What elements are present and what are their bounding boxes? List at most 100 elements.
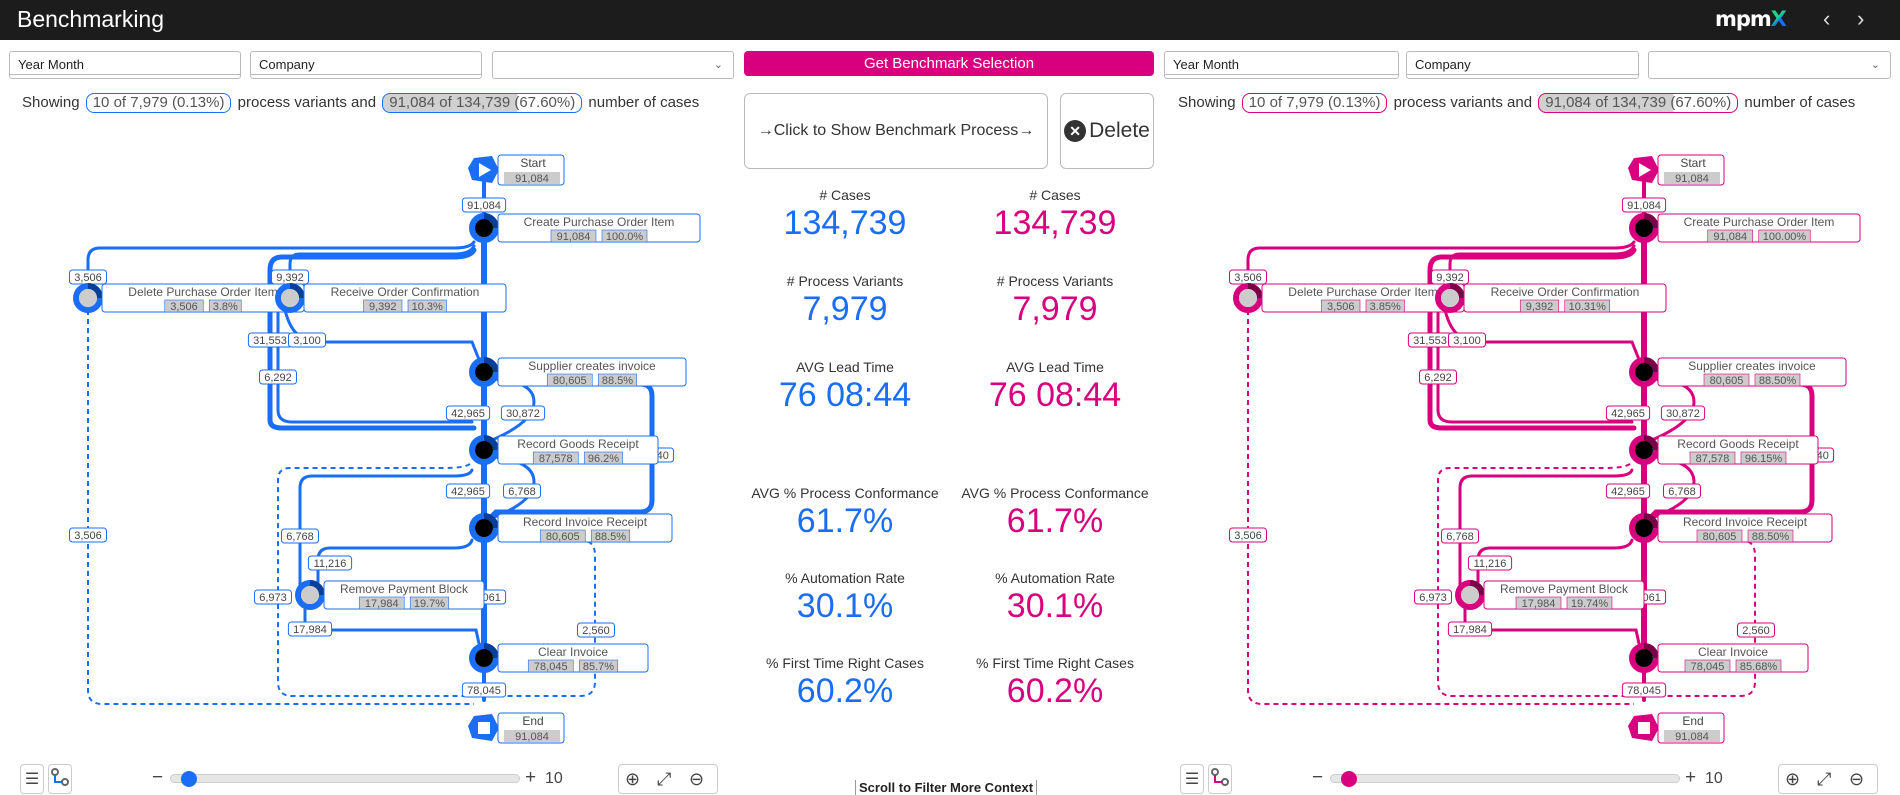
zoom-in-icon[interactable]: ⊕: [1785, 769, 1800, 790]
kpi-label: AVG % Process Conformance: [961, 485, 1149, 501]
edge-label: 31,553: [1413, 335, 1447, 347]
showing-suffix: number of cases: [588, 94, 700, 111]
left-process-map[interactable]: 91,0843,5069,39246,63331,5533,1006,29242…: [0, 130, 740, 750]
next-sheet-icon[interactable]: ›: [1857, 6, 1864, 32]
kpi-right: # Cases 134,739: [950, 187, 1160, 243]
fit-screen-icon[interactable]: ⤢: [1817, 769, 1831, 790]
kpi-label: # Cases: [819, 187, 871, 203]
edge-label: 9,392: [1436, 272, 1464, 284]
edge-label: 91,084: [1627, 200, 1661, 212]
activity-count: 17,984: [1522, 598, 1556, 610]
left-dropdown[interactable]: ⌄: [492, 51, 734, 79]
kpi-left: # Cases 134,739: [740, 187, 950, 243]
right-process-map[interactable]: 91,0843,5069,39246,63331,5533,1006,29242…: [1160, 130, 1900, 750]
activity-label: Supplier creates invoice: [1688, 359, 1816, 373]
activity-label: Record Invoice Receipt: [523, 515, 648, 529]
edge-label: 31,553: [253, 335, 287, 347]
kpi-value: 60.2%: [1006, 672, 1104, 710]
left-company-filter[interactable]: Company: [250, 51, 482, 79]
activity-pct: 88.5%: [602, 375, 633, 387]
kpi-label: % First Time Right Cases: [976, 655, 1134, 671]
process-layout-icon[interactable]: [48, 764, 72, 794]
activity-core: [301, 586, 319, 604]
kpi-right: AVG % Process Conformance 61.7%: [950, 485, 1160, 541]
left-showing-summary: Showing 10 of 7,979 (0.13%) process vari…: [22, 93, 699, 113]
kpi-value: 76 08:44: [778, 376, 912, 414]
variant-slider[interactable]: − + 10: [140, 764, 580, 794]
slider-thumb[interactable]: [1340, 771, 1357, 787]
activity-count: 78,045: [1691, 661, 1725, 673]
activity-core: [475, 441, 493, 459]
activity-core: [1635, 219, 1653, 237]
showing-middle: process variants and: [1393, 94, 1533, 111]
left-year-month-filter[interactable]: Year Month: [9, 51, 241, 79]
edge-label: 42,965: [1611, 408, 1645, 420]
zoom-controls: ⊕ ⤢ ⊖: [618, 764, 718, 794]
delete-button[interactable]: ✕ Delete: [1060, 93, 1154, 169]
activity-label: Remove Payment Block: [1500, 582, 1629, 596]
fit-screen-icon[interactable]: ⤢: [657, 769, 671, 790]
activity-label: Record Invoice Receipt: [1683, 515, 1808, 529]
kpi-right: # Process Variants 7,979: [950, 273, 1160, 329]
activity-core: [1635, 363, 1653, 381]
edge-path-dashed: [87, 310, 474, 705]
menu-icon[interactable]: ☰: [20, 764, 44, 794]
kpi-value: 134,739: [993, 204, 1117, 242]
kpi-right: AVG Lead Time 76 08:44: [950, 359, 1160, 415]
activity-label: Receive Order Confirmation: [1491, 285, 1640, 299]
show-benchmark-process-button[interactable]: →Click to Show Benchmark Process→: [744, 93, 1048, 169]
kpi-value: 76 08:44: [988, 376, 1122, 414]
stop-icon: [1638, 722, 1650, 734]
edge-label: 3,506: [1234, 530, 1262, 542]
filter-label: Company: [259, 57, 315, 72]
process-layout-icon[interactable]: [1208, 764, 1232, 794]
right-dropdown[interactable]: ⌄: [1648, 51, 1891, 79]
activity-core: [475, 219, 493, 237]
kpi-left: AVG % Process Conformance 61.7%: [740, 485, 950, 541]
edge-label: 42,965: [451, 486, 485, 498]
slider-thumb[interactable]: [180, 771, 197, 787]
activity-label: Create Purchase Order Item: [524, 215, 675, 229]
activity-pct: 96.2%: [588, 453, 619, 465]
slider-plus-button[interactable]: +: [1685, 767, 1696, 789]
end-count: 91,084: [515, 731, 549, 743]
prev-sheet-icon[interactable]: ‹: [1823, 6, 1830, 32]
showing-prefix: Showing: [1178, 94, 1236, 111]
edge-label: 3,506: [1234, 272, 1262, 284]
activity-pct: 100.00%: [1763, 231, 1807, 243]
slider-plus-button[interactable]: +: [525, 767, 536, 789]
activity-label: Supplier creates invoice: [528, 359, 656, 373]
top-bar: Benchmarking mpmX ‹ ›: [0, 0, 1900, 40]
activity-core: [79, 289, 97, 307]
slider-track[interactable]: [170, 774, 520, 783]
start-label: Start: [520, 156, 546, 170]
variant-slider[interactable]: − + 10: [1300, 764, 1740, 794]
kpi-label: AVG Lead Time: [1006, 359, 1104, 375]
menu-icon[interactable]: ☰: [1180, 764, 1204, 794]
edge-label: 6,973: [1419, 592, 1447, 604]
right-showing-summary: Showing 10 of 7,979 (0.13%) process vari…: [1178, 93, 1855, 113]
right-company-filter[interactable]: Company: [1406, 51, 1639, 79]
zoom-in-icon[interactable]: ⊕: [625, 769, 640, 790]
slider-minus-button[interactable]: −: [1312, 767, 1323, 789]
kpi-right: % First Time Right Cases 60.2%: [950, 655, 1160, 711]
get-benchmark-selection-button[interactable]: Get Benchmark Selection: [744, 51, 1154, 76]
slider-track[interactable]: [1330, 774, 1680, 783]
activity-label: Record Goods Receipt: [1677, 437, 1799, 451]
edge-label: 91,084: [467, 200, 501, 212]
edge-label: 30,872: [506, 408, 540, 420]
zoom-out-icon[interactable]: ⊖: [689, 769, 704, 790]
activity-label: Delete Purchase Order Item: [128, 285, 277, 299]
activity-count: 3,506: [1327, 301, 1355, 313]
activity-pct: 19.74%: [1571, 598, 1609, 610]
end-count: 91,084: [1675, 731, 1709, 743]
edge-label: 11,216: [1474, 558, 1507, 570]
activity-pct: 88.50%: [1759, 375, 1797, 387]
slider-minus-button[interactable]: −: [152, 767, 163, 789]
right-year-month-filter[interactable]: Year Month: [1164, 51, 1399, 79]
kpi-value: 30.1%: [796, 587, 894, 625]
edge-path-dashed: [277, 463, 474, 697]
zoom-out-icon[interactable]: ⊖: [1849, 769, 1864, 790]
process_right-toolbar: ☰ − + 10 ⊕ ⤢ ⊖: [1180, 764, 1880, 794]
kpi-left: % Automation Rate 30.1%: [740, 570, 950, 626]
